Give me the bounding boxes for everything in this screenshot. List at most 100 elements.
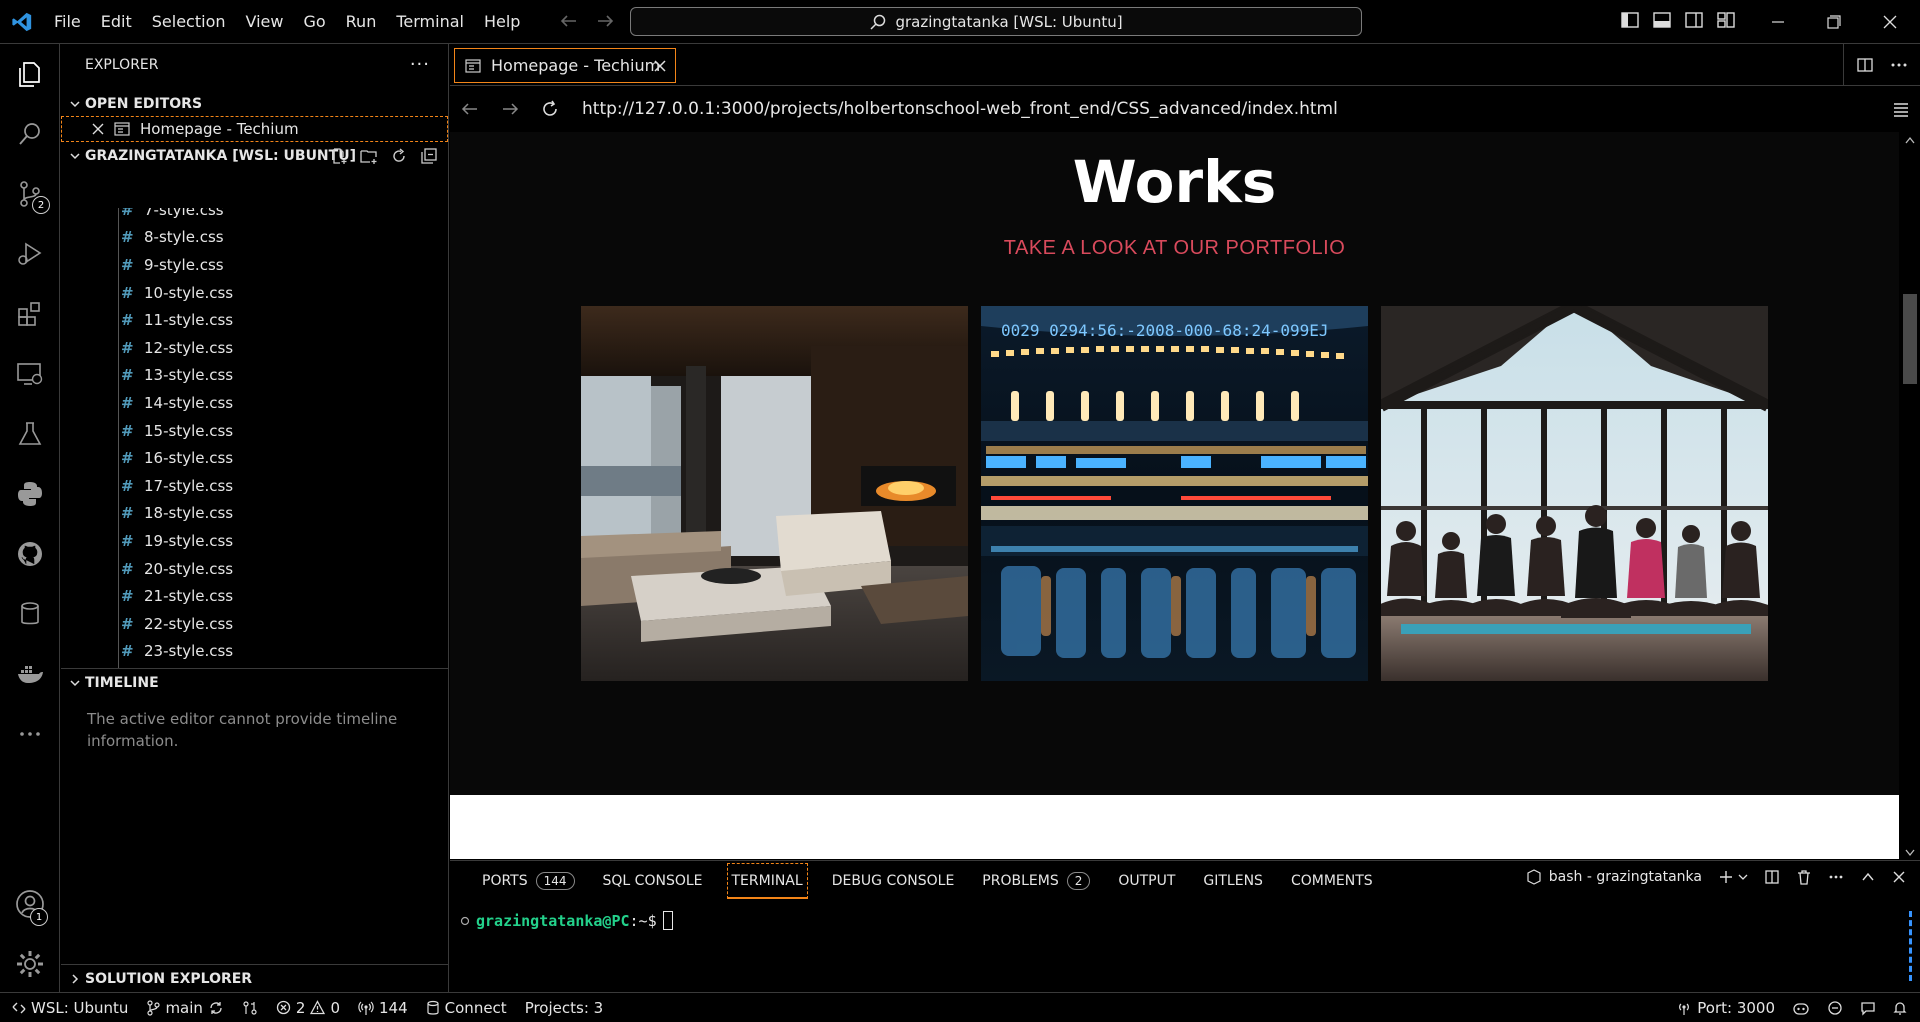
webview-scrollbar[interactable]: [1899, 132, 1920, 859]
file-item[interactable]: #9-style.css: [61, 251, 448, 279]
file-item[interactable]: #19-style.css: [61, 527, 448, 555]
new-file-icon[interactable]: [330, 147, 348, 165]
portfolio-image-city-lights[interactable]: 0029 0294:56:-2008-000-68:24-099EJ: [981, 306, 1368, 681]
tab-homepage[interactable]: Homepage - Techium: [454, 48, 676, 83]
more-actions-icon[interactable]: ···: [410, 54, 430, 75]
close-tab-icon[interactable]: [653, 55, 667, 73]
source-control-icon[interactable]: 2: [0, 166, 60, 222]
ports-indicator[interactable]: 144: [349, 993, 417, 1022]
problems-indicator[interactable]: 2 0: [267, 993, 349, 1022]
maximize-panel-icon[interactable]: [1860, 869, 1876, 885]
docker-icon[interactable]: [0, 646, 60, 702]
trash-icon[interactable]: [1796, 869, 1812, 885]
collapse-all-icon[interactable]: [420, 147, 438, 165]
extension-status-icon[interactable]: [1818, 993, 1852, 1022]
git-graph-indicator[interactable]: [233, 993, 267, 1022]
projects-indicator[interactable]: Projects: 3: [516, 993, 613, 1022]
scroll-down-arrow-icon[interactable]: [1905, 849, 1915, 857]
toggle-primary-sidebar-icon[interactable]: [1620, 10, 1640, 30]
tab-output[interactable]: OUTPUT: [1104, 863, 1189, 899]
tab-terminal[interactable]: TERMINAL: [726, 863, 808, 899]
timeline-header[interactable]: TIMELINE: [61, 668, 448, 696]
refresh-icon[interactable]: [390, 147, 408, 165]
sync-icon[interactable]: [208, 1000, 224, 1016]
split-terminal-icon[interactable]: [1764, 869, 1780, 885]
file-item[interactable]: #11-style.css: [61, 306, 448, 334]
close-icon[interactable]: [92, 123, 104, 135]
file-item[interactable]: #16-style.css: [61, 444, 448, 472]
tab-problems[interactable]: PROBLEMS 2: [968, 863, 1104, 899]
menu-terminal[interactable]: Terminal: [386, 0, 474, 44]
solution-explorer-header[interactable]: SOLUTION EXPLORER: [61, 965, 448, 993]
explorer-icon[interactable]: [0, 46, 60, 102]
scroll-up-arrow-icon[interactable]: [1905, 136, 1915, 144]
github-icon[interactable]: [0, 526, 60, 582]
browser-back-icon[interactable]: [450, 99, 490, 119]
customize-layout-icon[interactable]: [1716, 10, 1736, 30]
close-panel-icon[interactable]: [1892, 870, 1906, 884]
back-arrow-icon[interactable]: [558, 10, 580, 32]
tab-debug-console[interactable]: DEBUG CONSOLE: [818, 863, 969, 899]
file-item[interactable]: #8-style.css: [61, 224, 448, 252]
browser-forward-icon[interactable]: [490, 99, 530, 119]
copilot-icon[interactable]: [1784, 993, 1818, 1022]
file-item[interactable]: #12-style.css: [61, 334, 448, 362]
tab-sql-console[interactable]: SQL CONSOLE: [589, 863, 717, 899]
tab-ports[interactable]: PORTS 144: [468, 863, 589, 899]
run-debug-icon[interactable]: [0, 226, 60, 282]
file-item[interactable]: #7-style.css: [61, 208, 448, 224]
menu-selection[interactable]: Selection: [142, 0, 236, 44]
open-editors-header[interactable]: OPEN EDITORS: [61, 92, 448, 116]
command-center[interactable]: grazingtatanka [WSL: Ubuntu]: [630, 7, 1362, 36]
search-view-icon[interactable]: [0, 106, 60, 162]
remote-explorer-icon[interactable]: [0, 346, 60, 402]
menu-help[interactable]: Help: [474, 0, 530, 44]
feedback-icon[interactable]: [1852, 993, 1884, 1022]
url-field[interactable]: http://127.0.0.1:3000/projects/holberton…: [582, 99, 1338, 119]
workspace-header[interactable]: GRAZINGTATANKA [WSL: UBUNTU]: [61, 142, 448, 170]
more-views-icon[interactable]: [0, 706, 60, 762]
file-item[interactable]: #18-style.css: [61, 500, 448, 528]
menu-edit[interactable]: Edit: [91, 0, 142, 44]
menu-go[interactable]: Go: [293, 0, 335, 44]
scrollbar-thumb[interactable]: [1903, 294, 1917, 384]
remote-indicator[interactable]: WSL: Ubuntu: [0, 993, 137, 1022]
browser-reload-icon[interactable]: [530, 99, 570, 119]
python-icon[interactable]: [0, 466, 60, 522]
more-actions-icon[interactable]: [1890, 56, 1908, 74]
file-item[interactable]: #22-style.css: [61, 610, 448, 638]
toggle-secondary-sidebar-icon[interactable]: [1684, 10, 1704, 30]
file-item[interactable]: #15-style.css: [61, 417, 448, 445]
tab-gitlens[interactable]: GITLENS: [1189, 863, 1277, 899]
new-folder-icon[interactable]: [360, 147, 378, 165]
more-actions-icon[interactable]: [1828, 869, 1844, 885]
file-item[interactable]: #20-style.css: [61, 555, 448, 583]
minimize-icon[interactable]: [1750, 0, 1806, 44]
file-item[interactable]: #21-style.css: [61, 582, 448, 610]
terminal-prompt[interactable]: grazingtatanka@PC:~$: [460, 911, 673, 930]
notifications-bell-icon[interactable]: [1884, 993, 1920, 1022]
file-item[interactable]: #13-style.css: [61, 362, 448, 390]
portfolio-image-living-room[interactable]: [581, 306, 968, 681]
menu-file[interactable]: File: [44, 0, 91, 44]
file-item[interactable]: #14-style.css: [61, 389, 448, 417]
file-item[interactable]: #10-style.css: [61, 279, 448, 307]
new-terminal-icon[interactable]: [1718, 869, 1734, 885]
accounts-icon[interactable]: 1: [0, 876, 60, 932]
portfolio-image-yoga-class[interactable]: [1381, 306, 1768, 681]
testing-icon[interactable]: [0, 406, 60, 462]
tab-comments[interactable]: COMMENTS: [1277, 863, 1387, 899]
menu-run[interactable]: Run: [336, 0, 387, 44]
split-editor-icon[interactable]: [1856, 56, 1874, 74]
extensions-icon[interactable]: [0, 286, 60, 342]
manage-gear-icon[interactable]: [0, 936, 60, 992]
file-item[interactable]: #23-style.css: [61, 638, 448, 666]
close-window-icon[interactable]: [1862, 0, 1918, 44]
terminal-selector[interactable]: bash - grazingtatanka: [1527, 869, 1702, 885]
branch-indicator[interactable]: main: [137, 993, 232, 1022]
connect-indicator[interactable]: Connect: [417, 993, 516, 1022]
toggle-panel-icon[interactable]: [1652, 10, 1672, 30]
open-editor-item[interactable]: Homepage - Techium: [61, 116, 448, 142]
browser-menu-icon[interactable]: [1892, 101, 1910, 117]
port-indicator[interactable]: Port: 3000: [1667, 993, 1784, 1022]
